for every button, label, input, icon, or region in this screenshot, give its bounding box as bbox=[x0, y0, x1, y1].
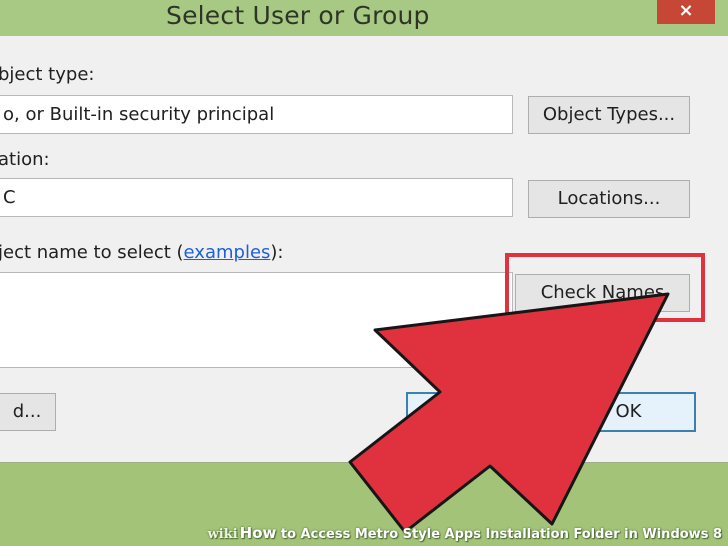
wikihow-watermark: wiki How to Access Metro Style Apps Insta… bbox=[208, 524, 722, 542]
pointer-arrow-overlay bbox=[348, 292, 670, 534]
arrow-icon bbox=[348, 292, 670, 534]
watermark-how: How bbox=[239, 524, 277, 542]
wikihow-logo: wiki bbox=[207, 527, 238, 542]
watermark-title: to Access Metro Style Apps Installation … bbox=[276, 527, 722, 542]
